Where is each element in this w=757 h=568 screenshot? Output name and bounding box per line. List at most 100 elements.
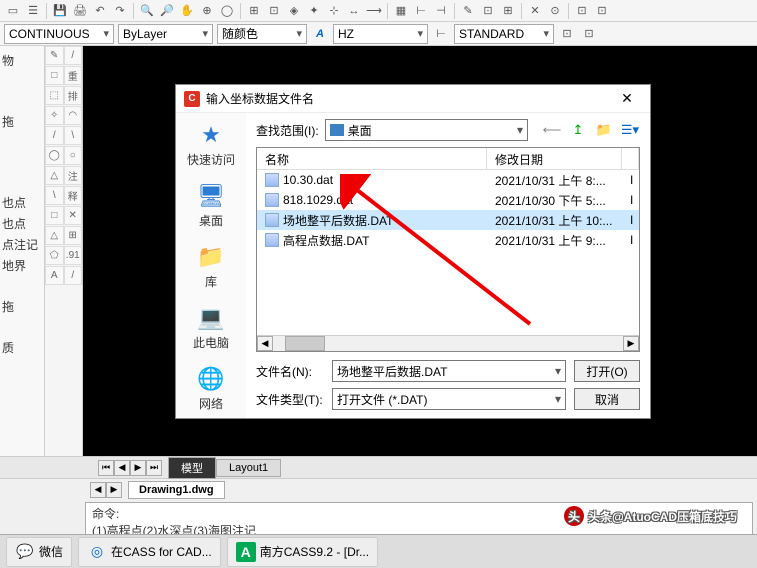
palette-tool[interactable]: 排: [64, 86, 83, 105]
place-item[interactable]: ★快速访问: [187, 121, 235, 168]
back-icon[interactable]: ⟵: [542, 120, 562, 140]
palette-tool[interactable]: 注: [64, 166, 83, 185]
redo-icon[interactable]: ↷: [111, 2, 129, 20]
palette-tool[interactable]: /: [45, 126, 64, 145]
dimstyle-combo[interactable]: STANDARD: [454, 24, 554, 44]
tool-icon[interactable]: ⊡: [573, 2, 591, 20]
pan-icon[interactable]: ✋: [178, 2, 196, 20]
palette-tool[interactable]: \: [64, 126, 83, 145]
palette-tool[interactable]: 重: [64, 66, 83, 85]
tool-icon[interactable]: ↔: [345, 2, 363, 20]
zoom-icon[interactable]: 🔎: [158, 2, 176, 20]
tool-icon[interactable]: ✎: [459, 2, 477, 20]
textstyle-icon[interactable]: A: [311, 25, 329, 43]
filetype-combo[interactable]: 打开文件 (*.DAT): [332, 388, 566, 410]
views-icon[interactable]: ☰▾: [620, 120, 640, 140]
palette-tool[interactable]: 释: [64, 186, 83, 205]
tab-nav-prev[interactable]: ◀: [114, 460, 130, 476]
filename-input[interactable]: 场地整平后数据.DAT: [332, 360, 566, 382]
dim-icon[interactable]: ⊢: [432, 25, 450, 43]
tab-nav-last[interactable]: ⏭: [146, 460, 162, 476]
tool-icon[interactable]: ⊞: [245, 2, 263, 20]
up-icon[interactable]: ↥: [568, 120, 588, 140]
dialog-titlebar[interactable]: C 输入坐标数据文件名 ✕: [176, 85, 650, 113]
open-button[interactable]: 打开(O): [574, 360, 640, 382]
tab-nav-next[interactable]: ▶: [130, 460, 146, 476]
layout-tab[interactable]: Layout1: [216, 459, 281, 477]
zoom-icon[interactable]: ⊕: [198, 2, 216, 20]
tool-icon[interactable]: ⊙: [546, 2, 564, 20]
palette-tool[interactable]: ◠: [64, 106, 83, 125]
palette-tool[interactable]: ⊞: [64, 226, 83, 245]
tool-icon[interactable]: ☰: [24, 2, 42, 20]
place-item[interactable]: 📁库: [195, 243, 227, 290]
palette-tool[interactable]: .91: [64, 246, 83, 265]
palette-tool[interactable]: □: [45, 206, 64, 225]
file-row[interactable]: 10.30.dat2021/10/31 上午 8:...I: [257, 170, 639, 190]
drawing-tab[interactable]: Drawing1.dwg: [128, 481, 225, 499]
palette-tool[interactable]: ✎: [45, 46, 64, 65]
palette-tool[interactable]: /: [64, 266, 83, 285]
tool-icon[interactable]: ⊡: [580, 25, 598, 43]
col-type[interactable]: [622, 148, 639, 169]
palette-tool[interactable]: □: [45, 66, 64, 85]
dim-icon[interactable]: ⊢: [412, 2, 430, 20]
palette-tool[interactable]: ◯: [45, 146, 64, 165]
undo-icon[interactable]: ↶: [91, 2, 109, 20]
linetype-combo[interactable]: CONTINUOUS: [4, 24, 114, 44]
tool-icon[interactable]: ▦: [392, 2, 410, 20]
file-list[interactable]: 名称 修改日期 10.30.dat2021/10/31 上午 8:...I818…: [256, 147, 640, 352]
palette-tool[interactable]: △: [45, 166, 64, 185]
color-combo[interactable]: 随颜色: [217, 24, 307, 44]
taskbar-item-cass92[interactable]: A 南方CASS9.2 - [Dr...: [227, 537, 378, 567]
textstyle-combo[interactable]: HZ: [333, 24, 428, 44]
tool-icon[interactable]: ⊞: [499, 2, 517, 20]
properties-bar: CONTINUOUS ByLayer 随颜色 A HZ ⊢ STANDARD ⊡…: [0, 22, 757, 46]
palette-tool[interactable]: ⬚: [45, 86, 64, 105]
col-name[interactable]: 名称: [257, 148, 487, 169]
place-item[interactable]: 💻此电脑: [193, 304, 229, 351]
palette-tool[interactable]: A: [45, 266, 64, 285]
model-tab[interactable]: 模型: [168, 457, 216, 479]
taskbar: 💬 微信 ◎ 在CASS for CAD... A 南方CASS9.2 - [D…: [0, 534, 757, 568]
file-row[interactable]: 818.1029.dat2021/10/30 下午 5:...I: [257, 190, 639, 210]
palette-tool[interactable]: ○: [64, 146, 83, 165]
look-in-combo[interactable]: 桌面: [325, 119, 528, 141]
save-icon[interactable]: 💾: [51, 2, 69, 20]
h-scrollbar[interactable]: ◀▶: [257, 335, 639, 351]
tab-nav-first[interactable]: ⏮: [98, 460, 114, 476]
dwg-nav-next[interactable]: ▶: [106, 482, 122, 498]
palette-tool[interactable]: ⬠: [45, 246, 64, 265]
close-button[interactable]: ✕: [612, 87, 642, 111]
zoom-icon[interactable]: ◯: [218, 2, 236, 20]
tool-icon[interactable]: ⊡: [265, 2, 283, 20]
file-row[interactable]: 高程点数据.DAT2021/10/31 上午 9:...I: [257, 230, 639, 250]
taskbar-item-cass[interactable]: ◎ 在CASS for CAD...: [78, 537, 221, 567]
file-row[interactable]: 场地整平后数据.DAT2021/10/31 上午 10:...I: [257, 210, 639, 230]
col-date[interactable]: 修改日期: [487, 148, 622, 169]
palette-tool[interactable]: ✕: [64, 206, 83, 225]
taskbar-item-wechat[interactable]: 💬 微信: [6, 537, 72, 567]
cancel-button[interactable]: 取消: [574, 388, 640, 410]
tool-icon[interactable]: ⟶: [365, 2, 383, 20]
palette-tool[interactable]: \: [45, 186, 64, 205]
palette-tool[interactable]: /: [64, 46, 83, 65]
tool-icon[interactable]: ◈: [285, 2, 303, 20]
tool-icon[interactable]: ⊡: [558, 25, 576, 43]
layer-combo[interactable]: ByLayer: [118, 24, 213, 44]
tool-icon[interactable]: ✦: [305, 2, 323, 20]
place-item[interactable]: 🖥桌面: [195, 182, 227, 229]
dwg-nav-prev[interactable]: ◀: [90, 482, 106, 498]
palette-tool[interactable]: ✧: [45, 106, 64, 125]
place-item[interactable]: 🌐网络: [195, 365, 227, 412]
save-icon[interactable]: 🖨: [71, 2, 89, 20]
tool-icon[interactable]: ▭: [4, 2, 22, 20]
dim-icon[interactable]: ⊣: [432, 2, 450, 20]
tool-icon[interactable]: ✕: [526, 2, 544, 20]
zoom-icon[interactable]: 🔍: [138, 2, 156, 20]
tool-icon[interactable]: ⊡: [593, 2, 611, 20]
tool-icon[interactable]: ⊡: [479, 2, 497, 20]
palette-tool[interactable]: △: [45, 226, 64, 245]
new-folder-icon[interactable]: 📁: [594, 120, 614, 140]
tool-icon[interactable]: ⊹: [325, 2, 343, 20]
